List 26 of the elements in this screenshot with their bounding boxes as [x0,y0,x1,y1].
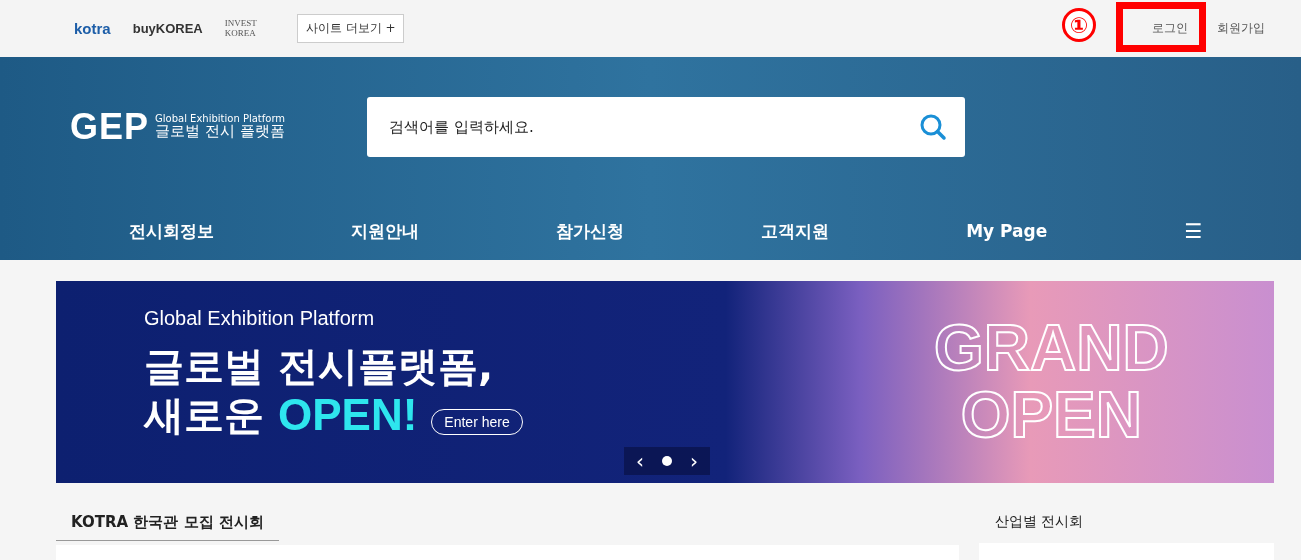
promo-banner[interactable]: Global Exhibition Platform 글로벌 전시플랫폼, 새로운 OPEN! Enter here GRAND OPEN ‹ › [56,281,1274,483]
banner-eyebrow: Global Exhibition Platform [144,307,376,330]
search-icon[interactable] [919,113,948,141]
site-more-button[interactable]: 사이트 더보기 + [296,14,405,43]
search-bar[interactable]: 검색어를 입력하세요. [367,97,966,157]
banner-headline: 글로벌 전시플랫폼, [144,342,495,390]
annotation-number: ① [1062,8,1096,42]
kotra-logo[interactable]: kotra [74,20,111,37]
section-title: 산업별 전시회 [994,513,1084,531]
nav-item[interactable]: 전시회정보 [128,219,214,243]
nav-item[interactable]: My Page [966,221,1048,241]
nav-item[interactable]: 지원안내 [350,219,419,243]
invest-korea-logo[interactable]: INVEST KOREA [224,18,275,39]
nav-item[interactable]: 참가신청 [555,219,624,243]
section-title: KOTRA 한국관 모집 전시회 [56,513,279,541]
nav-item[interactable]: 고객지원 [761,219,830,243]
pager-dot[interactable] [662,456,672,466]
login-link[interactable]: 로그인 [1152,20,1188,37]
banner-headline: 새로운 [144,391,264,439]
buykorea-logo[interactable]: buyKOREA [132,21,203,36]
menu-icon[interactable]: ☰ [1184,219,1203,243]
banner-accent: OPEN! [278,390,418,440]
previous-arrow[interactable]: ‹ [636,449,644,473]
next-arrow[interactable]: › [690,449,698,473]
signup-link[interactable]: 회원가입 [1217,20,1265,37]
grand-open-artwork: GRAND OPEN [934,310,1169,453]
